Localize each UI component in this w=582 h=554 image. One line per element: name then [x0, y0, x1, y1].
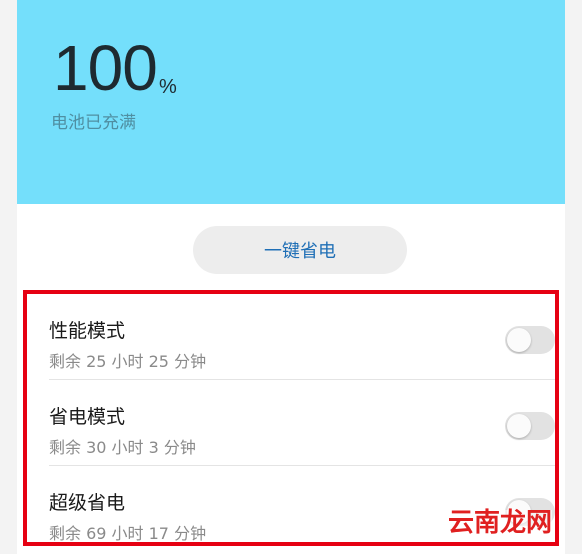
- battery-status-text: 电池已充满: [51, 113, 136, 133]
- power-manager-page: 100 % 电池已充满 一键省电 性能模式 剩余 25 小时 25 分钟 省电模…: [17, 0, 565, 554]
- mode-remaining-time: 剩余 30 小时 3 分钟: [49, 438, 196, 457]
- watermark-logo: 云南龙网: [448, 508, 553, 538]
- mode-performance[interactable]: 性能模式 剩余 25 小时 25 分钟: [27, 294, 555, 380]
- mode-toggle-switch[interactable]: [505, 326, 555, 354]
- mode-toggle-switch[interactable]: [505, 412, 555, 440]
- toggle-knob: [507, 328, 531, 352]
- mode-title: 超级省电: [49, 492, 126, 514]
- one-key-save-button[interactable]: 一键省电: [193, 226, 407, 274]
- battery-status-card: 100 % 电池已充满: [17, 0, 565, 204]
- mode-remaining-time: 剩余 69 小时 17 分钟: [49, 524, 207, 543]
- mode-title: 省电模式: [49, 406, 126, 428]
- mode-title: 性能模式: [49, 320, 126, 342]
- toggle-knob: [507, 414, 531, 438]
- mode-remaining-time: 剩余 25 小时 25 分钟: [49, 352, 207, 371]
- percent-sign: %: [159, 76, 177, 98]
- mode-power-saving[interactable]: 省电模式 剩余 30 小时 3 分钟: [27, 380, 555, 466]
- battery-percent: 100: [53, 32, 158, 104]
